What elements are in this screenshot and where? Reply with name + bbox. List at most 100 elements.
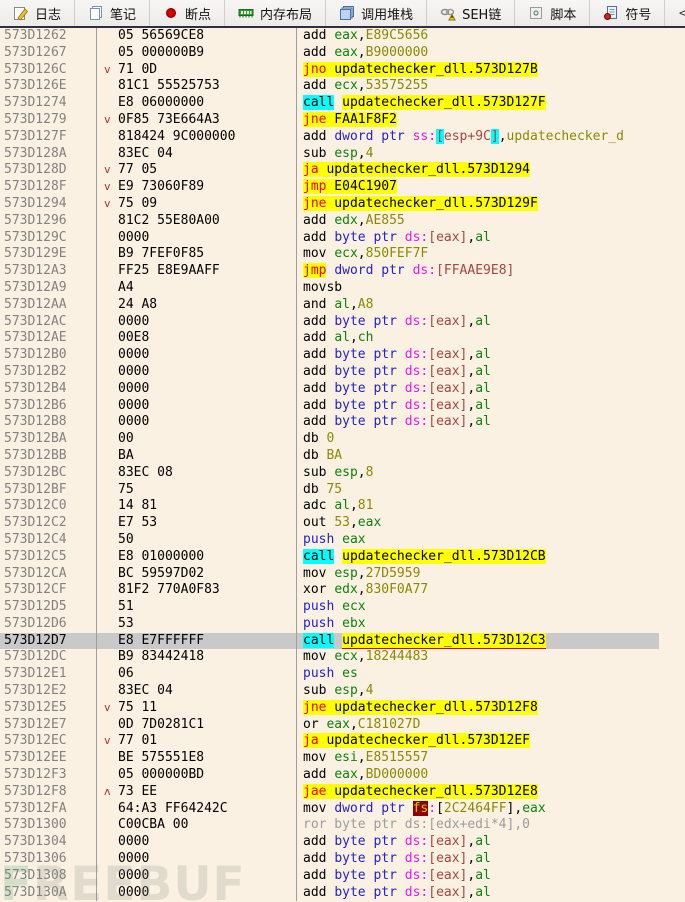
tab-call-stack[interactable]: 调用堆栈 [326,0,427,26]
disasm-row[interactable]: 573D130A0000add byte ptr ds:[eax],al [0,885,685,902]
jump-down-arrow-icon: v [104,112,111,129]
disasm-row[interactable]: 573D12CABC 59597D02mov esp,27D5959 [0,566,685,583]
disasm-row[interactable]: 573D12E70D 7D0281C1or eax,C181027D [0,717,685,734]
disasm-row[interactable]: 573D12FA64:A3 FF64242Cmov dword ptr fs:[… [0,801,685,818]
disasm-row[interactable]: 573D12A9A4movsb [0,280,685,297]
disasm-row[interactable]: 573D126705 000000B9add eax,B9000000 [0,45,685,62]
disasm-row[interactable]: 573D12AC0000add byte ptr ds:[eax],al [0,314,685,331]
disasm-row[interactable]: 573D126205 56569CE8add eax,E89C5656 [0,28,685,45]
disasm-row[interactable]: 573D129C0000add byte ptr ds:[eax],al [0,230,685,247]
address-cell: 573D12C5 [0,549,97,566]
tab-label: 日志 [35,4,61,23]
disassembly-cell: jno updatechecker_dll.573D127B [297,62,685,79]
bytes-cell: 83EC 08 [97,465,297,482]
disassembly-cell: db 0 [297,431,685,448]
disasm-row[interactable]: 573D12ECv77 01ja updatechecker_dll.573D1… [0,733,685,750]
disasm-row[interactable]: 573D128Dv77 05ja updatechecker_dll.573D1… [0,162,685,179]
disassembly-cell: add edx,AE855 [297,213,685,230]
disasm-row[interactable]: 573D12AE00E8add al,ch [0,330,685,347]
bytes-cell: 05 56569CE8 [97,28,297,45]
disasm-row[interactable]: 573D1294v75 09jne updatechecker_dll.573D… [0,196,685,213]
disasm-row[interactable]: 573D12DCB9 83442418mov ecx,18244483 [0,649,685,666]
disasm-row[interactable]: 573D126E81C1 55525753add ecx,53575255 [0,78,685,95]
disasm-row[interactable]: 573D129EB9 7FEF0F85mov ecx,850FEF7F [0,246,685,263]
source-icon: <> [678,5,685,21]
disasm-row[interactable]: 573D13040000add byte ptr ds:[eax],al [0,834,685,851]
bytes-cell: v77 05 [97,162,297,179]
disasm-row[interactable]: 573D12D551push ecx [0,599,685,616]
tab-log[interactable]: 日志 [0,0,75,26]
address-cell: 573D12B4 [0,381,97,398]
disasm-row[interactable]: 573D12C2E7 53out 53,eax [0,515,685,532]
bytes-cell: E8 06000000 [97,95,297,112]
disasm-row[interactable]: 573D13080000add byte ptr ds:[eax],al [0,868,685,885]
disasm-row[interactable]: 573D12B00000add byte ptr ds:[eax],al [0,347,685,364]
disasm-row[interactable]: 573D12B20000add byte ptr ds:[eax],al [0,364,685,381]
disasm-row[interactable]: 573D12EEBE 575551E8mov esi,E8515557 [0,750,685,767]
address-cell: 573D12BF [0,482,97,499]
disasm-row[interactable]: 573D1274E8 06000000call updatechecker_dl… [0,95,685,112]
address-cell: 573D1296 [0,213,97,230]
disasm-row[interactable]: 573D12A3FF25 E8E9AAFFjmp dword ptr ds:[F… [0,263,685,280]
disasm-row[interactable]: 573D12BF75db 75 [0,482,685,499]
disassembly-view[interactable]: 573D126205 56569CE8add eax,E89C5656573D1… [0,28,685,902]
tab-script[interactable]: 脚本 [515,0,590,26]
disasm-row[interactable]: 573D128FvE9 73060F89jmp E04C1907 [0,179,685,196]
disasm-row[interactable]: 573D12E106push es [0,666,685,683]
address-cell: 573D130A [0,885,97,902]
jump-down-arrow-icon: v [104,700,111,717]
disasm-row[interactable]: 573D12C014 81adc al,81 [0,498,685,515]
disasm-row[interactable]: 573D12F8ʌ73 EEjae updatechecker_dll.573D… [0,784,685,801]
disasm-row[interactable]: 573D1300C00CBA 00ror byte ptr ds:[edx+ed… [0,817,685,834]
bytes-cell: v0F85 73E664A3 [97,112,297,129]
address-cell: 573D1279 [0,112,97,129]
disasm-row[interactable]: 573D12C450push eax [0,532,685,549]
disasm-row[interactable]: 573D1279v0F85 73E664A3jne FAA1F8F2 [0,112,685,129]
svg-text:<>: <> [679,6,685,20]
disasm-row-selected[interactable]: 573D12D7E8 E7FFFFFFcall updatechecker_dl… [0,633,685,650]
disasm-row[interactable]: 573D12F305 000000BDadd eax,BD000000 [0,767,685,784]
disasm-row[interactable]: 573D12BC83EC 08sub esp,8 [0,465,685,482]
disasm-row[interactable]: 573D12B60000add byte ptr ds:[eax],al [0,398,685,415]
disasm-row[interactable]: 573D126Cv71 0Djno updatechecker_dll.573D… [0,62,685,79]
disasm-row[interactable]: 573D128A83EC 04sub esp,4 [0,146,685,163]
disasm-row[interactable]: 573D12C5E8 01000000call updatechecker_dl… [0,549,685,566]
tab-symbols[interactable]: 符号 [590,0,665,26]
disasm-row[interactable]: 573D12AA24 A8and al,A8 [0,297,685,314]
disassembly-cell: push eax [297,532,685,549]
tab-memory-map[interactable]: 内存布局 [225,0,326,26]
disasm-row[interactable]: 573D12BBBAdb BA [0,448,685,465]
memory-icon [238,5,254,21]
disasm-row[interactable]: 573D129681C2 55E80A00add edx,AE855 [0,213,685,230]
tab-source[interactable]: <>源代码 [665,0,685,26]
disassembly-cell: sub esp,4 [297,146,685,163]
bytes-cell: E8 01000000 [97,549,297,566]
disasm-row[interactable]: 573D12CF81F2 770A0F83xor edx,830F0A77 [0,582,685,599]
disasm-row[interactable]: 573D12B80000add byte ptr ds:[eax],al [0,414,685,431]
bytes-cell: C00CBA 00 [97,817,297,834]
disasm-row[interactable]: 573D12D653push ebx [0,616,685,633]
bytes-cell: E8 E7FFFFFF [97,633,297,650]
disassembly-cell: xor edx,830F0A77 [297,582,685,599]
bytes-cell: 05 000000B9 [97,45,297,62]
disasm-row[interactable]: 573D12E283EC 04sub esp,4 [0,683,685,700]
disassembly-cell: add byte ptr ds:[eax],al [297,347,685,364]
bytes-cell: B9 7FEF0F85 [97,246,297,263]
tab-notes[interactable]: 笔记 [75,0,150,26]
disasm-row[interactable]: 573D12BA00db 0 [0,431,685,448]
disassembly-cell: call updatechecker_dll.573D12C3 [297,633,685,650]
disasm-row[interactable]: 573D12E5v75 11jne updatechecker_dll.573D… [0,700,685,717]
disasm-row[interactable]: 573D12B40000add byte ptr ds:[eax],al [0,381,685,398]
disasm-row[interactable]: 573D13060000add byte ptr ds:[eax],al [0,851,685,868]
jump-down-arrow-icon: v [104,196,111,213]
tab-breakpoints[interactable]: 断点 [150,0,225,26]
disasm-row[interactable]: 573D127F818424 9C000000add dword ptr ss:… [0,129,685,146]
address-cell: 573D12D6 [0,616,97,633]
address-cell: 573D12E7 [0,717,97,734]
disassembly-cell: add byte ptr ds:[eax],al [297,414,685,431]
tab-seh-chain[interactable]: SEH链 [427,0,515,26]
tab-label: 笔记 [110,4,136,23]
bytes-cell: 0000 [97,398,297,415]
address-cell: 573D12BB [0,448,97,465]
disassembly-cell: jae updatechecker_dll.573D12E8 [297,784,685,801]
